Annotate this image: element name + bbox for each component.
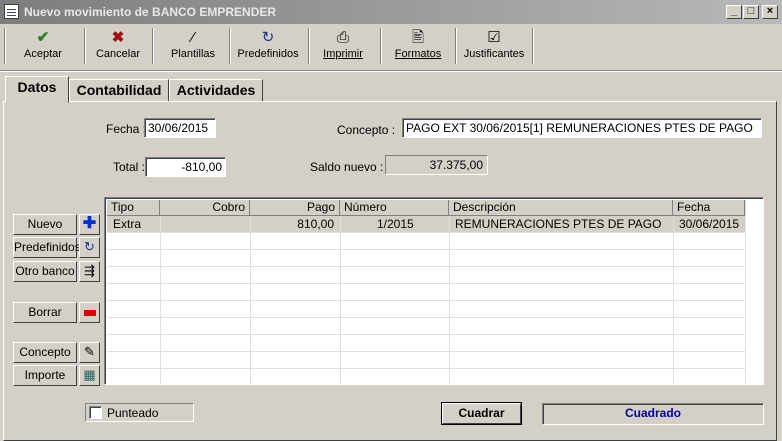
punteado-checkbox[interactable] [89, 406, 102, 419]
grid-line [107, 266, 747, 267]
grid-line [107, 317, 747, 318]
grid-scrollbar[interactable] [745, 200, 761, 384]
refresh-icon[interactable]: ↻ [79, 237, 100, 258]
concepto-button[interactable]: Concepto [13, 342, 77, 363]
borrar-button[interactable]: Borrar [13, 302, 77, 323]
delete-bar [83, 310, 96, 316]
col-header-descripcion[interactable]: Descripción [449, 200, 673, 216]
concepto-input[interactable]: PAGO EXT 30/06/2015[1] REMUNERACIONES PT… [402, 118, 762, 138]
fecha-input[interactable]: 30/06/2015 [144, 118, 216, 138]
grid-line [107, 232, 747, 233]
col-header-numero[interactable]: Número [340, 200, 449, 216]
cell-numero: 1/2015 [377, 217, 414, 231]
cell-fecha: 30/06/2015 [679, 217, 740, 231]
status-panel: Cuadrado [542, 403, 764, 425]
delete-icon[interactable] [79, 302, 100, 323]
concepto-label: Concepto : [337, 123, 396, 137]
col-header-fecha[interactable]: Fecha [673, 200, 745, 216]
col-header-pago[interactable]: Pago [250, 200, 340, 216]
importe-button[interactable]: Importe [13, 365, 77, 386]
total-label: Total : [113, 160, 146, 174]
grid-line [107, 334, 747, 335]
saldo-nuevo-label: Saldo nuevo : [310, 160, 384, 174]
calculator-icon[interactable]: ▦ [79, 365, 100, 386]
grid-line [107, 283, 747, 284]
grid-line [107, 249, 747, 250]
edit-icon[interactable]: ✎ [79, 342, 100, 363]
punteado-group: Punteado [85, 403, 194, 422]
add-icon[interactable]: ✚ [79, 214, 100, 235]
cuadrar-button[interactable]: Cuadrar [442, 403, 521, 424]
predefinidos-side-button[interactable]: Predefinidos [13, 237, 81, 258]
otro-banco-button[interactable]: Otro banco [13, 261, 77, 282]
grid-line [107, 351, 747, 352]
cell-tipo: Extra [113, 217, 142, 231]
fecha-label: Fecha : [106, 122, 147, 136]
col-header-tipo[interactable]: Tipo [107, 200, 160, 216]
transfer-icon[interactable]: ⇶ [79, 261, 100, 282]
punteado-label: Punteado [107, 406, 159, 420]
nuevo-button[interactable]: Nuevo [13, 214, 77, 235]
col-header-cobro[interactable]: Cobro [160, 200, 250, 216]
cell-descripcion: REMUNERACIONES PTES DE PAGO [455, 217, 662, 231]
form-layer: Fecha : 30/06/2015 Concepto : PAGO EXT 3… [0, 0, 782, 436]
grid-line [107, 300, 747, 301]
movements-grid[interactable]: Tipo Cobro Pago Número Descripción Fecha… [104, 197, 764, 385]
cell-pago: 810,00 [297, 217, 334, 231]
total-input[interactable]: -810,00 [145, 157, 226, 177]
grid-line [107, 368, 747, 369]
saldo-nuevo-value: 37.375,00 [385, 155, 488, 175]
